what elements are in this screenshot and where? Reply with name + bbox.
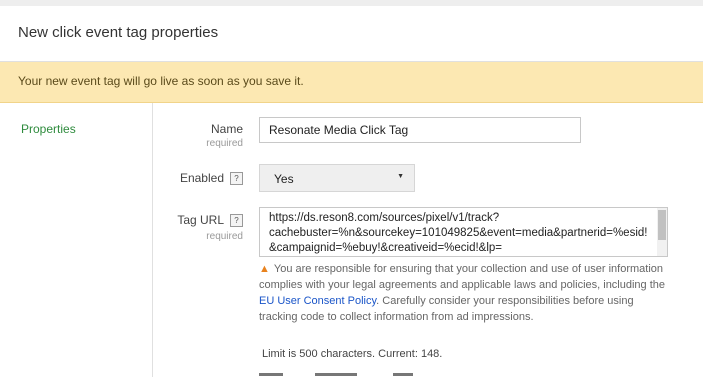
page-title: New click event tag properties [18, 24, 219, 41]
enabled-label-row: Enabled? [123, 171, 243, 186]
warning-text-before: You are responsible for ensuring that yo… [259, 263, 666, 291]
info-banner: Your new event tag will go live as soon … [0, 62, 703, 103]
warning-icon: ▲ [259, 263, 270, 275]
nav-item-properties[interactable]: Properties [21, 122, 76, 136]
enabled-value: Yes [274, 172, 294, 186]
name-required: required [206, 138, 243, 149]
name-label: Name [210, 122, 243, 136]
tag-url-textarea[interactable]: https://ds.reson8.com/sources/pixel/v1/t… [259, 207, 668, 257]
tag-url-required: required [206, 231, 243, 242]
consent-warning: ▲ You are responsible for ensuring that y… [259, 261, 669, 325]
name-input[interactable] [259, 117, 581, 143]
scrollbar-track[interactable] [657, 208, 667, 256]
cut-off-text [259, 371, 419, 377]
character-limit: Limit is 500 characters. Current: 148. [262, 348, 443, 360]
tag-url-label: Tag URL [177, 213, 224, 227]
help-icon[interactable]: ? [230, 214, 243, 228]
tag-url-value: https://ds.reson8.com/sources/pixel/v1/t… [269, 212, 648, 254]
tag-url-label-row: Tag URL? [123, 213, 243, 228]
help-icon[interactable]: ? [230, 172, 243, 186]
left-nav: Properties [0, 103, 153, 377]
enabled-select[interactable]: Yes ▼ [259, 164, 415, 192]
enabled-label: Enabled [179, 171, 224, 185]
chevron-down-icon: ▼ [397, 173, 404, 180]
banner-text: Your new event tag will go live as soon … [18, 74, 304, 88]
dialog-header: New click event tag properties [0, 6, 703, 62]
scrollbar-thumb[interactable] [658, 210, 666, 240]
eu-consent-policy-link[interactable]: EU User Consent Policy [259, 295, 376, 307]
